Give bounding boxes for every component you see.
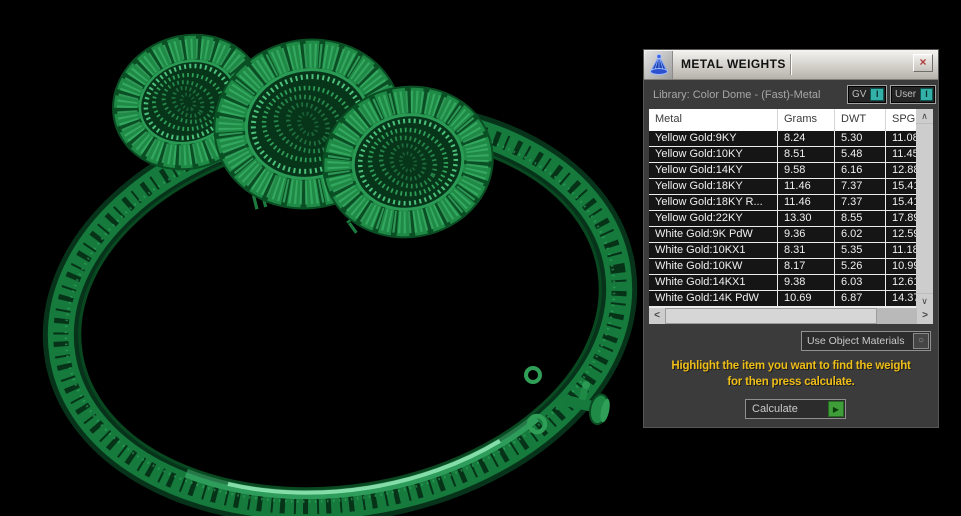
cell-dwt: 8.55 bbox=[835, 211, 886, 227]
cell-dwt: 5.30 bbox=[835, 131, 886, 147]
scroll-right-icon[interactable]: > bbox=[917, 308, 933, 324]
cell-spg: 15.41 bbox=[886, 195, 916, 211]
table-header-row: Metal Grams DWT SPG bbox=[649, 109, 933, 131]
column-header-grams: Grams bbox=[778, 109, 835, 131]
play-icon: ▶ bbox=[828, 401, 844, 417]
cell-spg: 10.99 bbox=[886, 259, 916, 275]
user-toggle-indicator-icon: I bbox=[920, 88, 933, 101]
cell-metal: Yellow Gold:18KY bbox=[649, 179, 778, 195]
cell-dwt: 5.26 bbox=[835, 259, 886, 275]
cell-spg: 12.59 bbox=[886, 227, 916, 243]
application-window: METAL WEIGHTS × Library: Color Dome - (F… bbox=[0, 0, 961, 516]
cell-metal: Yellow Gold:18KY R... bbox=[649, 195, 778, 211]
metal-weights-dialog: METAL WEIGHTS × Library: Color Dome - (F… bbox=[643, 49, 939, 428]
calculate-button[interactable]: Calculate ▶ bbox=[745, 399, 846, 419]
scroll-down-icon[interactable]: ∨ bbox=[916, 293, 933, 308]
cell-dwt: 6.16 bbox=[835, 163, 886, 179]
cell-spg: 11.18 bbox=[886, 243, 916, 259]
cell-metal: White Gold:9K PdW bbox=[649, 227, 778, 243]
cell-metal: White Gold:14KX1 bbox=[649, 275, 778, 291]
use-object-materials-label: Use Object Materials bbox=[807, 335, 905, 347]
cell-metal: Yellow Gold:14KY bbox=[649, 163, 778, 179]
radio-indicator-icon: ○ bbox=[913, 333, 929, 349]
cell-metal: White Gold:14K PdW bbox=[649, 291, 778, 307]
medallion-right bbox=[322, 85, 494, 239]
cell-spg: 12.88 bbox=[886, 163, 916, 179]
cell-grams: 11.46 bbox=[778, 179, 835, 195]
table-row[interactable]: Yellow Gold:9KY 8.24 5.30 11.08 bbox=[649, 131, 916, 147]
instruction-line-1: Highlight the item you want to find the … bbox=[671, 360, 911, 372]
cell-dwt: 5.35 bbox=[835, 243, 886, 259]
scroll-up-icon[interactable]: ∧ bbox=[916, 109, 933, 124]
gv-toggle-label: GV bbox=[852, 89, 867, 100]
table-row[interactable]: Yellow Gold:10KY 8.51 5.48 11.45 bbox=[649, 147, 916, 163]
dialog-titlebar[interactable]: METAL WEIGHTS × bbox=[644, 50, 938, 80]
cell-spg: 17.89 bbox=[886, 211, 916, 227]
cell-grams: 8.31 bbox=[778, 243, 835, 259]
column-header-dwt: DWT bbox=[835, 109, 886, 131]
table-row[interactable]: Yellow Gold:22KY 13.30 8.55 17.89 bbox=[649, 211, 916, 227]
cell-spg: 15.41 bbox=[886, 179, 916, 195]
table-row[interactable]: White Gold:14K PdW 10.69 6.87 14.37 bbox=[649, 291, 916, 307]
cell-dwt: 7.37 bbox=[835, 179, 886, 195]
table-row[interactable]: Yellow Gold:18KY 11.46 7.37 15.41 bbox=[649, 179, 916, 195]
gv-toggle-button[interactable]: GV I bbox=[847, 85, 887, 104]
cell-grams: 9.58 bbox=[778, 163, 835, 179]
cell-metal: Yellow Gold:9KY bbox=[649, 131, 778, 147]
vertical-scrollbar[interactable]: ∧ ∨ bbox=[916, 109, 933, 308]
cell-grams: 11.46 bbox=[778, 195, 835, 211]
cell-grams: 10.69 bbox=[778, 291, 835, 307]
column-header-metal: Metal bbox=[649, 109, 778, 131]
gv-toggle-indicator-icon: I bbox=[870, 88, 884, 101]
cell-metal: Yellow Gold:10KY bbox=[649, 147, 778, 163]
cell-grams: 8.24 bbox=[778, 131, 835, 147]
cell-dwt: 6.03 bbox=[835, 275, 886, 291]
table-row[interactable]: White Gold:10KW 8.17 5.26 10.99 bbox=[649, 259, 916, 275]
cell-spg: 11.08 bbox=[886, 131, 916, 147]
metal-weights-table: Metal Grams DWT SPG Yellow Gold:9KY 8.24… bbox=[649, 109, 933, 324]
table-row[interactable]: White Gold:14KX1 9.38 6.03 12.61 bbox=[649, 275, 916, 291]
instruction-line-2: for then press calculate. bbox=[727, 376, 855, 388]
cell-spg: 11.45 bbox=[886, 147, 916, 163]
table-row[interactable]: Yellow Gold:14KY 9.58 6.16 12.88 bbox=[649, 163, 916, 179]
cell-grams: 13.30 bbox=[778, 211, 835, 227]
horizontal-scrollbar[interactable]: < > bbox=[649, 308, 933, 324]
cell-grams: 9.36 bbox=[778, 227, 835, 243]
user-toggle-label: User bbox=[895, 89, 917, 100]
cell-dwt: 6.02 bbox=[835, 227, 886, 243]
cell-grams: 8.51 bbox=[778, 147, 835, 163]
use-object-materials-button[interactable]: Use Object Materials ○ bbox=[801, 331, 931, 351]
dialog-title: METAL WEIGHTS bbox=[681, 57, 786, 71]
cell-dwt: 5.48 bbox=[835, 147, 886, 163]
cell-metal: White Gold:10KW bbox=[649, 259, 778, 275]
library-label: Library: Color Dome - (Fast)-Metal bbox=[653, 89, 821, 101]
user-toggle-button[interactable]: User I bbox=[890, 85, 936, 104]
calculate-button-label: Calculate bbox=[752, 403, 798, 415]
table-row[interactable]: White Gold:10KX1 8.31 5.35 11.18 bbox=[649, 243, 916, 259]
cell-metal: Yellow Gold:22KY bbox=[649, 211, 778, 227]
cell-spg: 14.37 bbox=[886, 291, 916, 307]
cell-grams: 9.38 bbox=[778, 275, 835, 291]
scroll-left-icon[interactable]: < bbox=[649, 308, 665, 324]
horizontal-scrollbar-thumb[interactable] bbox=[665, 308, 877, 324]
table-row[interactable]: Yellow Gold:18KY R... 11.46 7.37 15.41 bbox=[649, 195, 916, 211]
gem-icon bbox=[645, 51, 673, 79]
cell-dwt: 7.37 bbox=[835, 195, 886, 211]
titlebar-divider bbox=[790, 54, 792, 75]
close-icon[interactable]: × bbox=[913, 54, 933, 72]
cell-spg: 12.61 bbox=[886, 275, 916, 291]
table-body: Yellow Gold:9KY 8.24 5.30 11.08 Yellow G… bbox=[649, 131, 916, 307]
cell-grams: 8.17 bbox=[778, 259, 835, 275]
cell-dwt: 6.87 bbox=[835, 291, 886, 307]
column-header-spg: SPG bbox=[886, 109, 916, 131]
table-row[interactable]: White Gold:9K PdW 9.36 6.02 12.59 bbox=[649, 227, 916, 243]
instruction-text: Highlight the item you want to find the … bbox=[644, 358, 938, 390]
cell-metal: White Gold:10KX1 bbox=[649, 243, 778, 259]
